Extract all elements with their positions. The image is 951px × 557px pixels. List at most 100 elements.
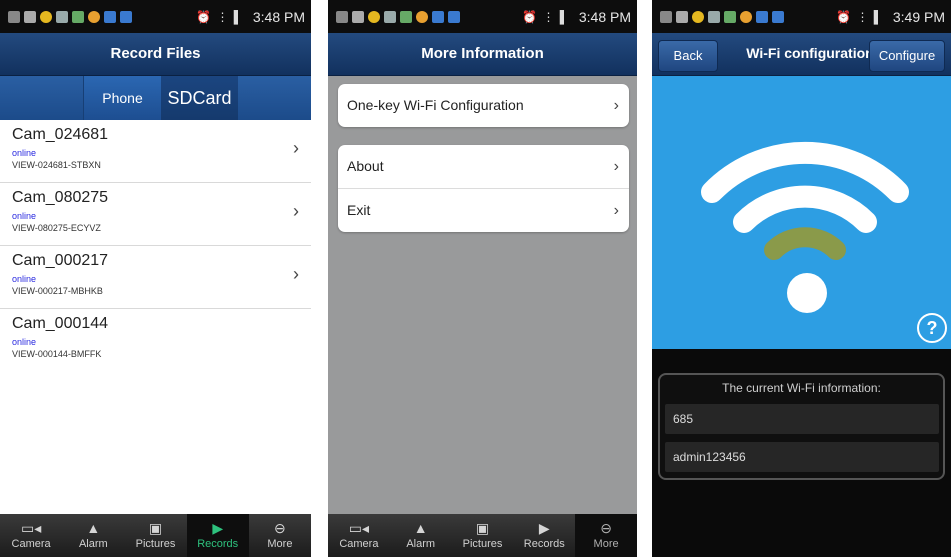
- picture-icon: ▣: [148, 520, 163, 536]
- tab-label: More: [593, 538, 619, 550]
- picture-icon: ▣: [475, 520, 490, 536]
- wifi-arc-middle: [733, 185, 877, 233]
- list-item[interactable]: Cam_000144 online VIEW-000144-BMFFK: [0, 309, 311, 371]
- record-icon: ▶: [212, 520, 224, 536]
- app-options-card: About › Exit ›: [338, 145, 629, 232]
- menu-item-label: Exit: [347, 202, 371, 218]
- tab-more[interactable]: ⊖ More: [575, 514, 637, 557]
- tab-label: Alarm: [406, 538, 436, 550]
- bell-icon: ▲: [413, 520, 428, 536]
- ssid-field[interactable]: 685: [665, 404, 939, 434]
- notification-icon: [336, 11, 348, 23]
- camera-name: Cam_080275: [12, 189, 109, 206]
- wifi-configuration-screen: ⏰ ⋮▐ 3:49 PM Back Wi-Fi configuration Co…: [652, 0, 951, 557]
- camera-status: online: [12, 274, 37, 284]
- tab-records[interactable]: ▶ Records: [513, 514, 575, 557]
- camera-uid: VIEW-024681-STBXN: [12, 160, 101, 170]
- tab-label: Pictures: [462, 538, 503, 550]
- usb-icon: [352, 11, 364, 23]
- camera-status: online: [12, 148, 37, 158]
- notification-icon: [8, 11, 20, 23]
- notification-icon: [120, 11, 132, 23]
- camera-uid: VIEW-000217-MBHKB: [12, 286, 103, 296]
- menu-item-exit[interactable]: Exit ›: [338, 188, 629, 232]
- record-files-screen: ⏰ ⋮▐ 3:48 PM Record Files Phone SDCard C…: [0, 0, 311, 557]
- notification-icon: [400, 11, 412, 23]
- tab-alarm[interactable]: ▲ Alarm: [390, 514, 452, 557]
- tab-label: Records: [523, 538, 565, 550]
- camera-name: Cam_000217: [12, 252, 109, 269]
- tab-records[interactable]: ▶ Records: [186, 514, 249, 557]
- tab-pictures[interactable]: ▣ Pictures: [452, 514, 514, 557]
- notification-icon: [756, 11, 768, 23]
- chevron-right-icon: ›: [613, 97, 619, 114]
- notification-icons: [660, 10, 784, 24]
- usb-icon: [24, 11, 36, 23]
- camera-icon: ▭◂: [348, 520, 370, 536]
- notification-icon: [708, 11, 720, 23]
- usb-icon: [676, 11, 688, 23]
- list-item[interactable]: Cam_000217 online VIEW-000217-MBHKB ›: [0, 246, 311, 309]
- notification-icon: [56, 11, 68, 23]
- menu-item-about[interactable]: About ›: [338, 145, 629, 188]
- tab-camera[interactable]: ▭◂ Camera: [0, 514, 62, 557]
- wifi-arc-inner: [764, 227, 846, 260]
- signal-icon: ⏰ ⋮▐: [196, 10, 239, 24]
- wifi-info-box: The current Wi-Fi information: 685 admin…: [658, 373, 945, 480]
- notification-icons: [336, 10, 460, 24]
- camera-name: Cam_024681: [12, 126, 109, 143]
- storage-segment-bar: Phone SDCard: [0, 76, 311, 120]
- notification-icon: [40, 11, 52, 23]
- list-item[interactable]: Cam_080275 online VIEW-080275-ECYVZ ›: [0, 183, 311, 246]
- notification-icon: [72, 11, 84, 23]
- tab-camera[interactable]: ▭◂ Camera: [328, 514, 390, 557]
- record-list: Cam_024681 online VIEW-024681-STBXN › Ca…: [0, 120, 311, 371]
- more-icon: ⊖: [600, 520, 612, 536]
- status-bar: ⏰ ⋮▐ 3:48 PM: [328, 0, 637, 33]
- help-icon[interactable]: ?: [917, 313, 947, 343]
- password-field[interactable]: admin123456: [665, 442, 939, 472]
- camera-uid: VIEW-000144-BMFFK: [12, 349, 102, 359]
- status-clock: 3:49 PM: [892, 9, 945, 25]
- tab-pictures[interactable]: ▣ Pictures: [124, 514, 186, 557]
- segment-phone[interactable]: Phone: [83, 76, 162, 120]
- wifi-dot: [787, 273, 827, 313]
- chevron-right-icon: ›: [613, 158, 619, 175]
- tab-label: Pictures: [135, 538, 176, 550]
- tab-label: Records: [197, 538, 239, 550]
- chevron-right-icon: ›: [293, 138, 299, 158]
- tab-alarm[interactable]: ▲ Alarm: [62, 514, 124, 557]
- status-clock: 3:48 PM: [578, 9, 631, 25]
- notification-icon: [448, 11, 460, 23]
- notification-icon: [692, 11, 704, 23]
- notification-icon: [740, 11, 752, 23]
- page-title: Record Files: [110, 45, 201, 62]
- tab-label: Alarm: [78, 538, 108, 550]
- page-title: More Information: [421, 45, 544, 62]
- chevron-right-icon: ›: [293, 201, 299, 221]
- notification-icon: [416, 11, 428, 23]
- back-button[interactable]: Back: [658, 40, 718, 72]
- segment-sdcard[interactable]: SDCard: [161, 76, 238, 120]
- wifi-config-card: One-key Wi-Fi Configuration ›: [338, 84, 629, 127]
- configure-button[interactable]: Configure: [869, 40, 945, 72]
- signal-icon: ⏰ ⋮▐: [836, 10, 879, 24]
- more-icon: ⊖: [274, 520, 286, 536]
- bottom-tab-bar: ▭◂ Camera ▲ Alarm ▣ Pictures ▶ Records ⊖…: [328, 514, 637, 557]
- camera-status: online: [12, 337, 37, 347]
- notification-icon: [104, 11, 116, 23]
- status-clock: 3:48 PM: [252, 9, 305, 25]
- menu-item-wifi-config[interactable]: One-key Wi-Fi Configuration ›: [338, 84, 629, 127]
- tab-label: Camera: [339, 538, 379, 550]
- notification-icon: [772, 11, 784, 23]
- tab-label: Camera: [11, 538, 51, 550]
- tab-more[interactable]: ⊖ More: [249, 514, 311, 557]
- list-item[interactable]: Cam_024681 online VIEW-024681-STBXN ›: [0, 120, 311, 183]
- camera-name: Cam_000144: [12, 315, 109, 332]
- chevron-right-icon: ›: [613, 202, 619, 219]
- wifi-icon: [701, 141, 909, 313]
- menu-item-label: One-key Wi-Fi Configuration: [347, 97, 524, 113]
- notification-icon: [660, 11, 672, 23]
- notification-icon: [432, 11, 444, 23]
- notification-icon: [88, 11, 100, 23]
